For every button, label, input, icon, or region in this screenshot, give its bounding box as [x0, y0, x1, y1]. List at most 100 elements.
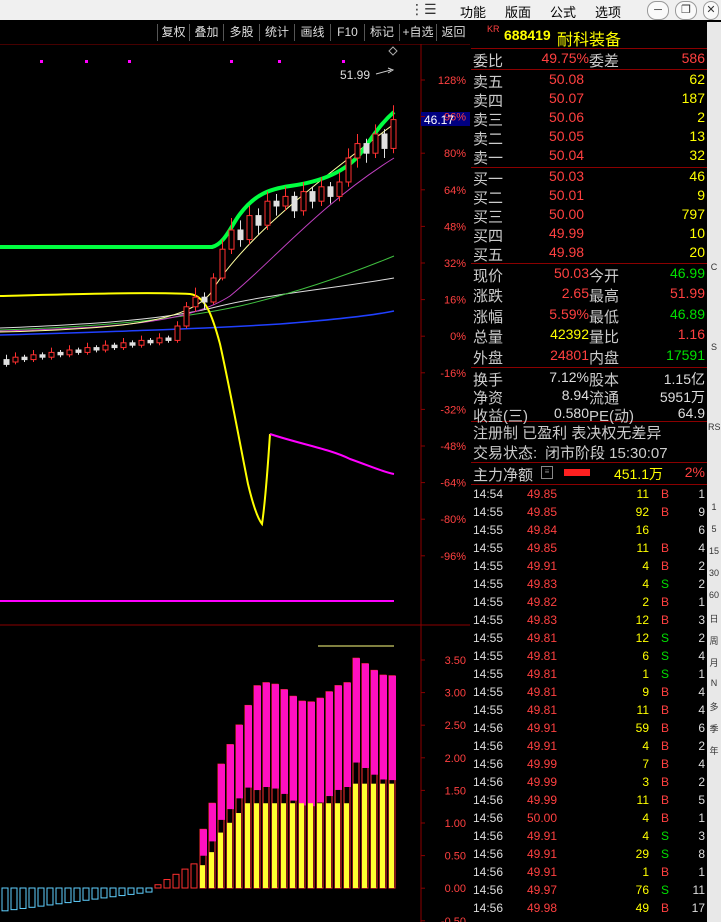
- candle-body: [30, 354, 37, 361]
- menu-grip-icon[interactable]: ⋮☰: [410, 1, 437, 18]
- volume-bar-magenta: [245, 705, 252, 788]
- tick-count: 2: [698, 577, 705, 591]
- weicha-label: 委差: [589, 53, 620, 70]
- tick-row: 14:56 49.91 4 S 3: [471, 828, 707, 846]
- side-period-icon[interactable]: 日: [708, 612, 720, 626]
- side-period-icon[interactable]: C: [708, 262, 720, 276]
- tick-side: S: [661, 829, 670, 843]
- menu-options[interactable]: 选项: [595, 2, 621, 21]
- side-period-icon[interactable]: 月: [708, 656, 720, 670]
- volume-bar-yellow: [272, 803, 277, 888]
- tick-side: S: [661, 649, 670, 663]
- volume-bar-outline: [172, 873, 180, 889]
- volume-bar-negative: [73, 887, 81, 902]
- volume-bar-negative: [91, 887, 99, 900]
- mark-button[interactable]: 标记: [364, 24, 399, 41]
- back-button[interactable]: 返回: [436, 24, 470, 41]
- bid-label: 买一: [473, 171, 504, 188]
- side-period-icon[interactable]: N: [708, 678, 720, 692]
- tick-row: 14:54 49.85 11 B 1: [471, 486, 707, 504]
- tick-count: 17: [691, 901, 705, 915]
- fin-row: 收益(三) 0.580 PE(动) 64.9: [471, 405, 707, 425]
- bid-row: 买一 50.03 46: [471, 168, 707, 188]
- overlay-button[interactable]: 叠加: [189, 24, 223, 41]
- f10-button[interactable]: F10: [330, 24, 364, 41]
- side-period-icon[interactable]: 15: [708, 546, 720, 560]
- price-tag-label: 46.17: [424, 113, 454, 127]
- trade-state-label: 交易状态:: [473, 445, 538, 462]
- tick-volume: 4: [642, 559, 649, 573]
- main-flow-bar: [564, 469, 590, 476]
- volume-bar-yellow: [263, 803, 268, 888]
- candle-body: [201, 296, 208, 303]
- restore-icon[interactable]: ❐: [675, 1, 697, 20]
- side-period-icon[interactable]: 年: [708, 744, 720, 758]
- price-axis-label: 128%: [438, 75, 466, 87]
- bid-label: 买四: [473, 228, 504, 245]
- main-flow-row[interactable]: 主力净额 ≡ 451.1万 2%: [471, 464, 707, 484]
- tick-volume: 1: [642, 865, 649, 879]
- candle-body: [111, 344, 118, 349]
- bid-label: 买三: [473, 209, 504, 226]
- side-period-icon[interactable]: 60: [708, 590, 720, 604]
- tick-time: 14:55: [473, 685, 504, 699]
- stats-button[interactable]: 统计: [259, 24, 294, 41]
- add-watchlist-button[interactable]: +自选: [399, 24, 436, 41]
- tick-time: 14:56: [473, 829, 504, 843]
- stat-label: 最低: [589, 308, 620, 326]
- side-period-icon[interactable]: 1: [708, 502, 720, 516]
- tick-row: 14:56 49.97 76 S 11: [471, 882, 707, 900]
- candle-body: [309, 191, 316, 202]
- close-icon[interactable]: ✕: [703, 1, 719, 20]
- volume-bar-magenta: [263, 682, 270, 788]
- volume-bar-yellow: [335, 803, 340, 888]
- quote-panel: KR 688419 耐科装备 委比 49.75% 委差 586 注册制 已盈利 …: [471, 22, 707, 922]
- tick-side: B: [661, 775, 670, 789]
- volume-bar-yellow: [218, 832, 223, 888]
- volume-bar-magenta: [326, 691, 333, 797]
- minimize-icon[interactable]: ─: [647, 1, 669, 20]
- menu-formula[interactable]: 公式: [550, 2, 576, 21]
- tick-time: 14:56: [473, 847, 504, 861]
- ask-label: 卖二: [473, 131, 504, 148]
- side-period-icon[interactable]: RS: [708, 422, 720, 436]
- volume-bar-yellow: [389, 783, 394, 888]
- tick-price: 49.83: [526, 577, 557, 591]
- kline-chart[interactable]: 128%96%80%64%48%32%16%0%-16%-32%-48%-64%…: [0, 44, 470, 922]
- candle-body: [165, 337, 172, 341]
- volume-bar-negative: [1, 887, 9, 912]
- stat-row: 外盘 24801 内盘 17591: [471, 347, 707, 367]
- draw-line-button[interactable]: 画线: [294, 24, 330, 41]
- side-period-icon[interactable]: 多: [708, 700, 720, 714]
- tick-time: 14:56: [473, 793, 504, 807]
- tick-price: 49.99: [526, 793, 557, 807]
- main-flow-icon[interactable]: ≡: [541, 466, 553, 479]
- fuquan-button[interactable]: 复权: [157, 24, 189, 41]
- price-axis-label: 80%: [444, 148, 466, 160]
- tick-price: 50.00: [526, 811, 557, 825]
- ask-row: 卖三 50.06 2: [471, 109, 707, 129]
- candle-body: [93, 347, 100, 351]
- price-axis-label: -16%: [440, 368, 466, 380]
- side-period-icon[interactable]: 季: [708, 722, 720, 736]
- ask-volume: 62: [689, 71, 705, 87]
- side-period-icon[interactable]: 周: [708, 634, 720, 648]
- side-period-icon[interactable]: 30: [708, 568, 720, 582]
- side-period-icon[interactable]: S: [708, 342, 720, 356]
- multi-stock-button[interactable]: 多股: [223, 24, 259, 41]
- tick-row: 14:56 49.99 7 B 4: [471, 756, 707, 774]
- candle-body: [237, 229, 244, 241]
- stat-label: 最高: [589, 288, 620, 306]
- candle-body: [291, 195, 298, 212]
- tick-price: 49.84: [526, 523, 557, 537]
- menu-function[interactable]: 功能: [460, 2, 486, 21]
- tick-price: 49.91: [526, 739, 557, 753]
- candle-body: [21, 356, 28, 361]
- bid-volume: 797: [681, 206, 705, 222]
- volume-bar-negative: [145, 887, 153, 893]
- tick-row: 14:56 49.91 1 B 1: [471, 864, 707, 882]
- volume-bar-negative: [109, 887, 117, 898]
- menu-layout[interactable]: 版面: [505, 2, 531, 21]
- side-period-icon[interactable]: 5: [708, 524, 720, 538]
- tick-row: 14:55 49.85 11 B 4: [471, 540, 707, 558]
